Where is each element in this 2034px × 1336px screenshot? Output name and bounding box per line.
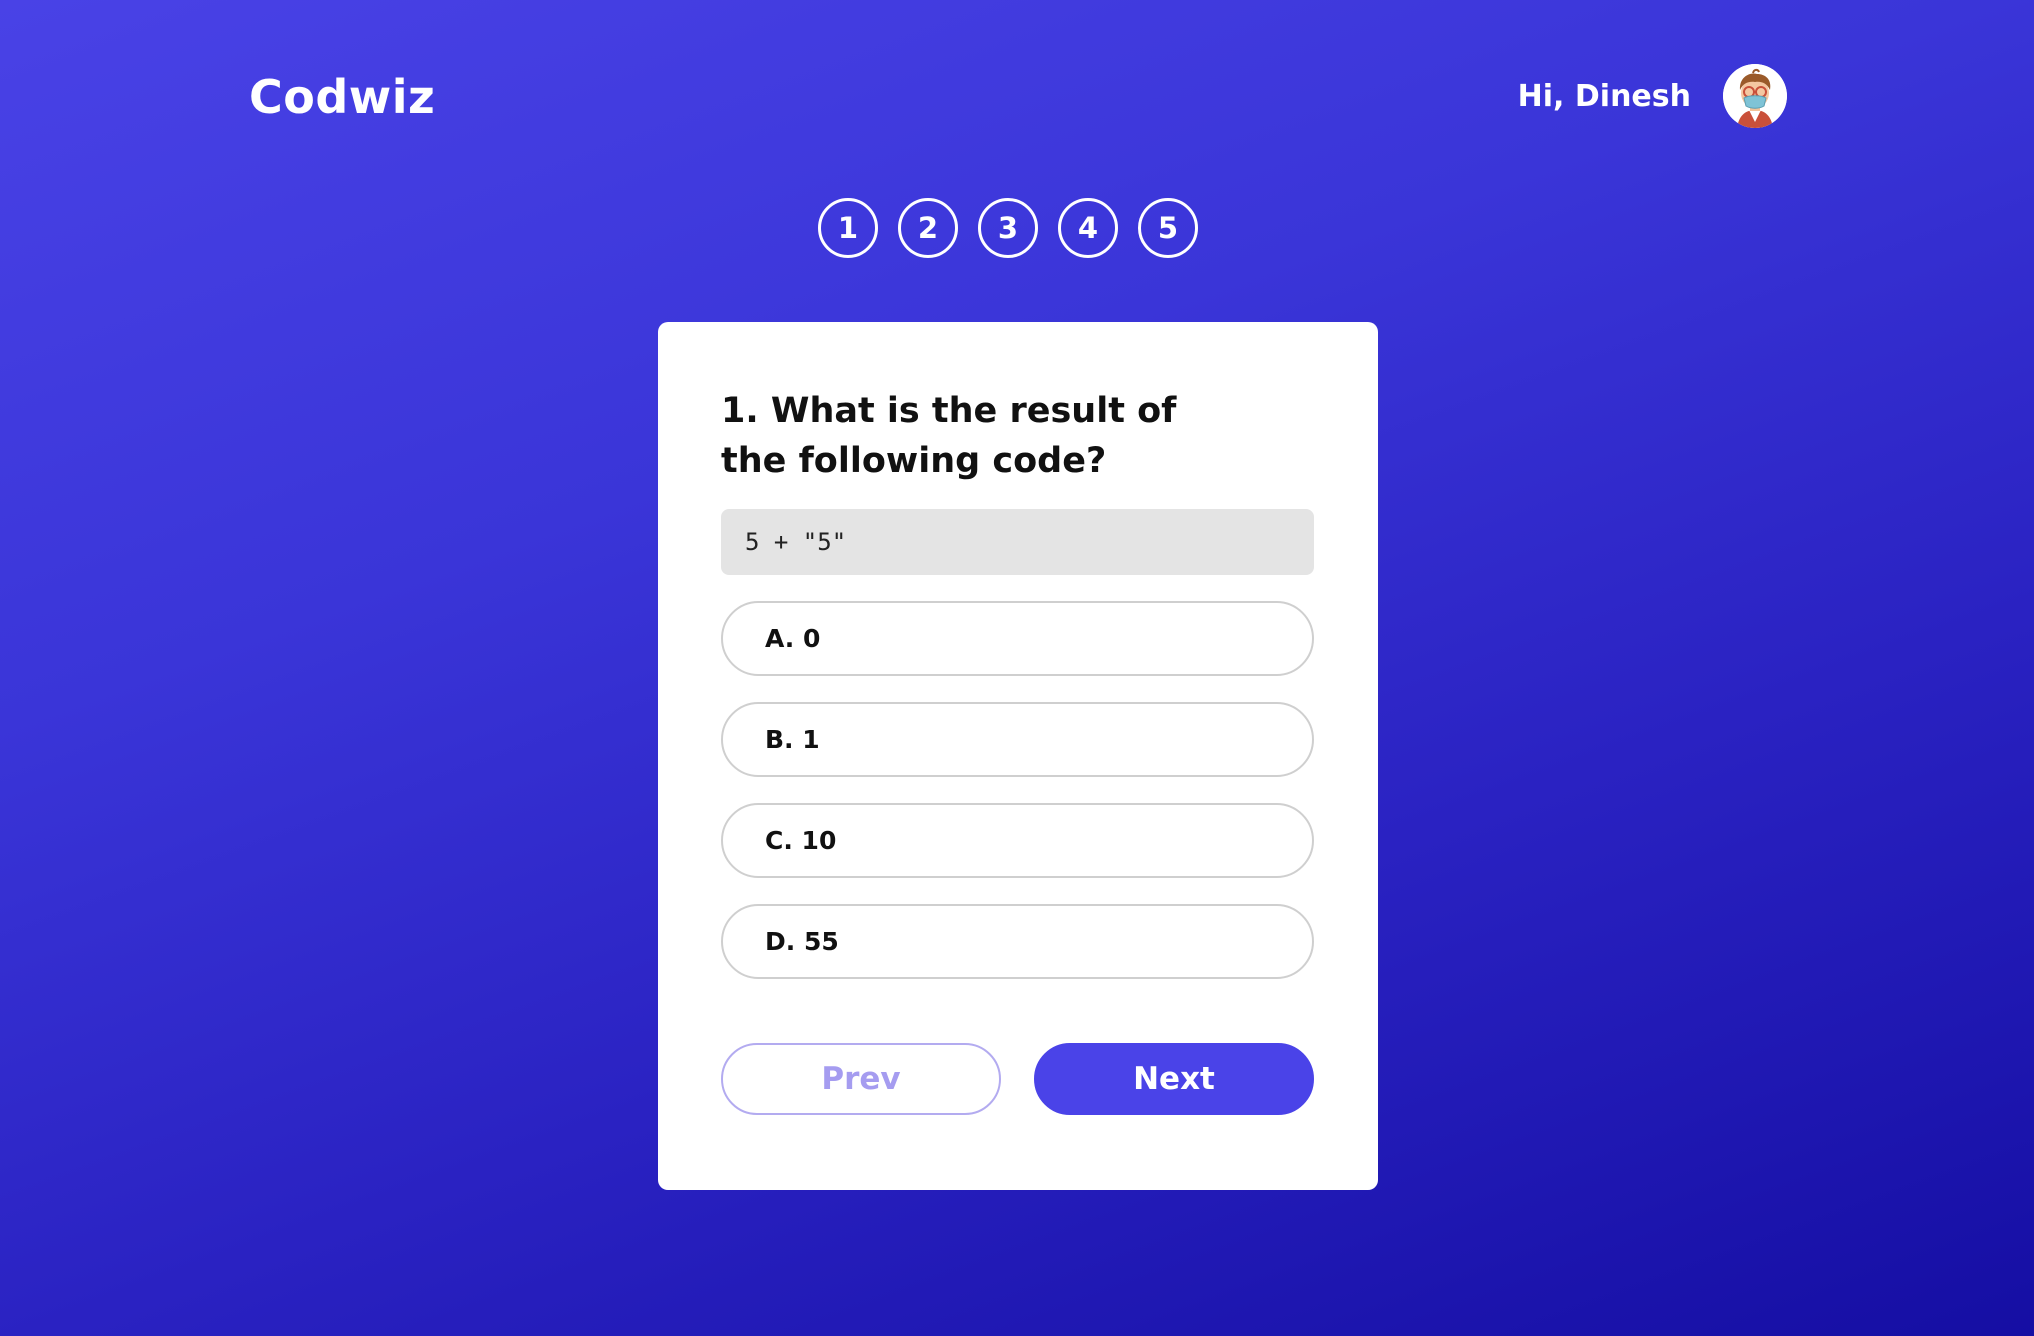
quiz-card: 1. What is the result of the following c…	[658, 322, 1378, 1190]
step-5[interactable]: 5	[1138, 198, 1198, 258]
question-text: 1. What is the result of the following c…	[721, 391, 1177, 481]
prev-button[interactable]: Prev	[721, 1043, 1001, 1115]
user-greeting: Hi, Dinesh	[1517, 78, 1691, 114]
brand-logo[interactable]: Codwiz	[249, 70, 435, 124]
step-3[interactable]: 3	[978, 198, 1038, 258]
navigation-buttons: Prev Next	[721, 1043, 1314, 1115]
avatar-illustration	[1723, 64, 1787, 128]
option-c[interactable]: C. 10	[721, 803, 1314, 878]
user-menu[interactable]: Hi, Dinesh	[1518, 64, 1787, 128]
user-avatar-icon[interactable]	[1723, 64, 1787, 128]
option-b[interactable]: B. 1	[721, 702, 1314, 777]
option-a[interactable]: A. 0	[721, 601, 1314, 676]
step-4[interactable]: 4	[1058, 198, 1118, 258]
option-d[interactable]: D. 55	[721, 904, 1314, 979]
code-snippet: 5 + "5"	[721, 509, 1314, 575]
answer-options: A. 0 B. 1 C. 10 D. 55	[721, 601, 1314, 979]
question-stepper: 1 2 3 4 5	[0, 198, 2034, 258]
step-2[interactable]: 2	[898, 198, 958, 258]
step-1[interactable]: 1	[818, 198, 878, 258]
next-button[interactable]: Next	[1034, 1043, 1314, 1115]
